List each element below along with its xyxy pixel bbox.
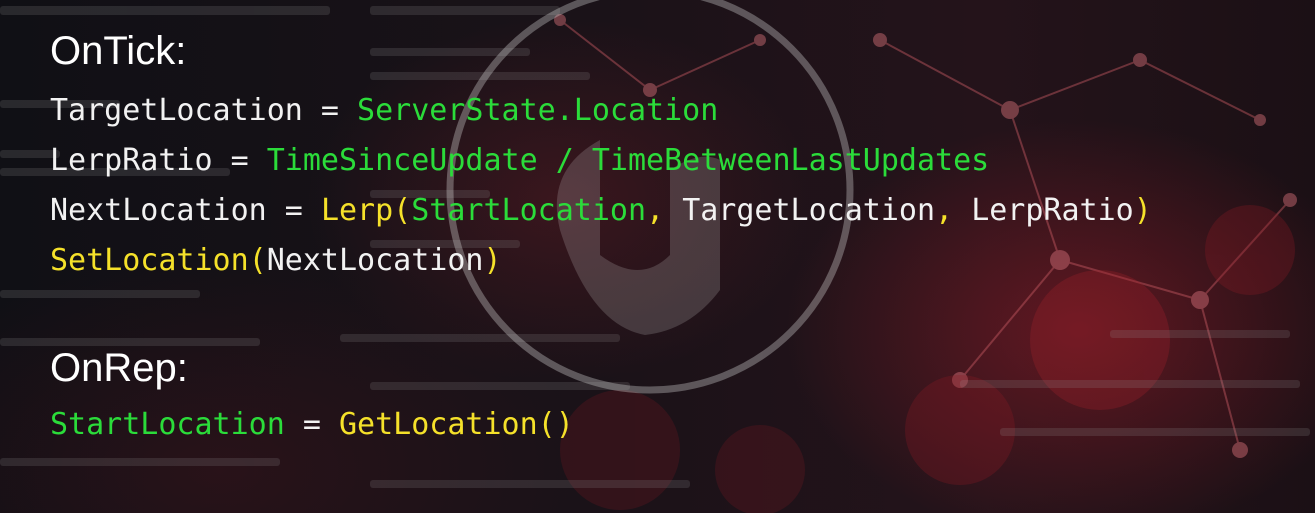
code-token: GetLocation() bbox=[339, 407, 574, 442]
code-line: NextLocation = Lerp(StartLocation, Targe… bbox=[50, 186, 1152, 236]
code-token: = bbox=[284, 407, 339, 442]
code-token: StartLocation bbox=[411, 193, 647, 228]
slide: OnTick: TargetLocation = ServerState.Loc… bbox=[0, 0, 1315, 513]
code-token: Lerp( bbox=[320, 193, 412, 228]
section-title-ontick: OnTick: bbox=[50, 29, 187, 73]
code-token: LerpRatio = bbox=[50, 143, 267, 178]
code-line: SetLocation(NextLocation) bbox=[50, 236, 1152, 286]
code-token: , bbox=[646, 193, 683, 228]
code-token: ServerState.Location bbox=[357, 93, 719, 128]
code-line: LerpRatio = TimeSinceUpdate / TimeBetwee… bbox=[50, 136, 1152, 186]
code-token: TargetLocation = bbox=[50, 93, 358, 128]
code-token: LerpRatio bbox=[971, 193, 1134, 228]
code-token: StartLocation bbox=[50, 407, 285, 442]
code-token: ) bbox=[483, 243, 502, 278]
code-token: NextLocation bbox=[266, 243, 484, 278]
code-token: NextLocation = bbox=[50, 193, 321, 228]
section-title-onrep: OnRep: bbox=[50, 346, 188, 390]
code-line: TargetLocation = ServerState.Location bbox=[50, 86, 1152, 136]
code-block-ontick: TargetLocation = ServerState.Location Ler… bbox=[50, 86, 1152, 286]
code-token: SetLocation( bbox=[50, 243, 267, 278]
code-line: StartLocation = GetLocation() bbox=[50, 400, 574, 450]
code-token: , bbox=[935, 193, 972, 228]
code-token: TargetLocation bbox=[682, 193, 936, 228]
code-token: TimeSinceUpdate / TimeBetweenLastUpdates bbox=[266, 143, 990, 178]
code-token: ) bbox=[1133, 193, 1152, 228]
code-block-onrep: StartLocation = GetLocation() bbox=[50, 400, 574, 450]
